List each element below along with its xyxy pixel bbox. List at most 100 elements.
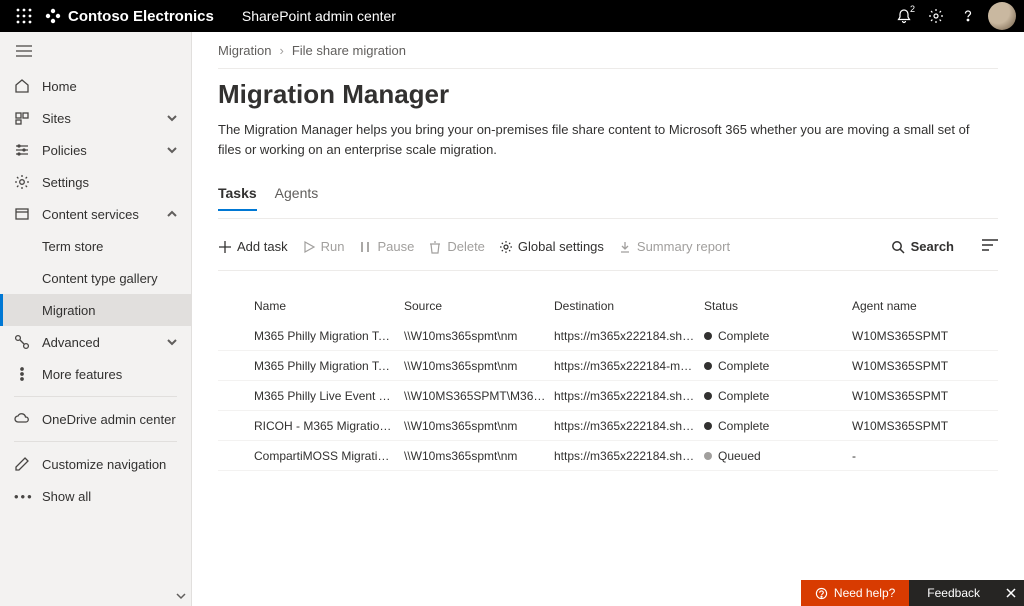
help-button[interactable] xyxy=(952,0,984,32)
summary-report-button: Summary report xyxy=(618,239,730,254)
toolbar-label: Pause xyxy=(377,239,414,254)
sites-icon xyxy=(14,110,30,126)
status-dot-icon xyxy=(704,392,712,400)
feedback-button[interactable]: Feedback xyxy=(909,580,998,606)
cell-status: Queued xyxy=(704,449,852,463)
tab-tasks[interactable]: Tasks xyxy=(218,179,257,211)
column-destination[interactable]: Destination xyxy=(554,299,704,313)
app-title: SharePoint admin center xyxy=(242,8,396,24)
cell-status: Complete xyxy=(704,419,852,433)
toolbar-label: Run xyxy=(321,239,345,254)
page-description: The Migration Manager helps you bring yo… xyxy=(218,120,978,159)
tasks-table: Name Source Destination Status Agent nam… xyxy=(218,291,998,471)
sidebar-item-more-features[interactable]: More features xyxy=(0,358,191,390)
sidebar-scroll-indicator[interactable] xyxy=(176,589,186,604)
sidebar-item-policies[interactable]: Policies xyxy=(0,134,191,166)
table-row[interactable]: CompartiMOSS Migration Task \\W10ms365sp… xyxy=(218,441,998,471)
column-status[interactable]: Status xyxy=(704,299,852,313)
cell-status: Complete xyxy=(704,329,852,343)
cell-agent: W10MS365SPMT xyxy=(852,419,998,433)
brand-name: Contoso Electronics xyxy=(68,8,214,25)
breadcrumb: Migration › File share migration xyxy=(218,32,998,68)
hamburger-icon xyxy=(16,45,32,57)
settings-button[interactable] xyxy=(920,0,952,32)
divider xyxy=(14,441,177,442)
question-icon xyxy=(960,8,976,24)
search-button[interactable]: Search xyxy=(891,239,954,254)
notifications-badge: 2 xyxy=(910,4,915,14)
content-icon xyxy=(14,206,30,222)
collapse-nav-button[interactable] xyxy=(0,32,191,70)
cell-destination: https://m365x222184.sharepoint.co... xyxy=(554,419,704,433)
need-help-button[interactable]: Need help? xyxy=(801,580,909,606)
ellipsis-icon: ••• xyxy=(14,489,30,504)
gear-icon xyxy=(928,8,944,24)
breadcrumb-current: File share migration xyxy=(292,43,406,58)
tab-agents[interactable]: Agents xyxy=(275,179,319,211)
toolbar-label: Global settings xyxy=(518,239,604,254)
pause-button: Pause xyxy=(358,239,414,254)
sidebar-item-onedrive-admin[interactable]: OneDrive admin center xyxy=(0,403,191,435)
feedback-label: Feedback xyxy=(927,586,980,600)
app-launcher-button[interactable] xyxy=(8,0,40,32)
cell-source: \\W10ms365spmt\nm xyxy=(404,359,554,373)
chevron-up-icon xyxy=(167,207,177,222)
table-header: Name Source Destination Status Agent nam… xyxy=(218,291,998,321)
status-dot-icon xyxy=(704,422,712,430)
notifications-button[interactable]: 2 xyxy=(888,0,920,32)
page-title: Migration Manager xyxy=(218,79,998,110)
toolbar-label: Delete xyxy=(447,239,485,254)
add-task-button[interactable]: Add task xyxy=(218,239,288,254)
toolbar-label: Summary report xyxy=(637,239,730,254)
sidebar-item-customize-nav[interactable]: Customize navigation xyxy=(0,448,191,480)
close-icon xyxy=(1006,588,1016,598)
sidebar-item-settings[interactable]: Settings xyxy=(0,166,191,198)
sidebar-item-advanced[interactable]: Advanced xyxy=(0,326,191,358)
sidebar-item-home[interactable]: Home xyxy=(0,70,191,102)
toolbar: Add task Run Pause Delete Global setting… xyxy=(218,239,998,271)
run-button: Run xyxy=(302,239,345,254)
column-name[interactable]: Name xyxy=(254,299,404,313)
cell-source: \\W10ms365spmt\nm xyxy=(404,329,554,343)
user-avatar[interactable] xyxy=(988,2,1016,30)
sidebar-item-content-type-gallery[interactable]: Content type gallery xyxy=(0,262,191,294)
sidebar-item-sites[interactable]: Sites xyxy=(0,102,191,134)
cell-name: CompartiMOSS Migration Task xyxy=(254,449,404,463)
help-bar: Need help? Feedback xyxy=(801,580,1024,606)
sidebar-item-label: Migration xyxy=(42,303,95,318)
table-row[interactable]: M365 Philly Migration Task #1 \\W10ms365… xyxy=(218,321,998,351)
status-dot-icon xyxy=(704,362,712,370)
sidebar-item-label: Advanced xyxy=(42,335,100,350)
cell-name: M365 Philly Live Event Task xyxy=(254,389,404,403)
table-row[interactable]: RICOH - M365 Migration Demo \\W10ms365sp… xyxy=(218,411,998,441)
view-options-button[interactable] xyxy=(982,239,998,254)
close-help-button[interactable] xyxy=(998,580,1024,606)
toolbar-label: Add task xyxy=(237,239,288,254)
tabs: Tasks Agents xyxy=(218,179,998,212)
cell-source: \\W10ms365spmt\nm xyxy=(404,449,554,463)
search-icon xyxy=(891,240,905,254)
cell-destination: https://m365x222184.sharepoint.co... xyxy=(554,329,704,343)
cell-destination: https://m365x222184.sharepoint.co... xyxy=(554,449,704,463)
sidebar-item-content-services[interactable]: Content services xyxy=(0,198,191,230)
sidebar-item-show-all[interactable]: ••• Show all xyxy=(0,480,191,512)
download-icon xyxy=(618,240,632,254)
policies-icon xyxy=(14,142,30,158)
table-row[interactable]: M365 Philly Migration Task#2 \\W10ms365s… xyxy=(218,351,998,381)
table-row[interactable]: M365 Philly Live Event Task \\W10MS365SP… xyxy=(218,381,998,411)
sidebar-item-term-store[interactable]: Term store xyxy=(0,230,191,262)
sidebar: Home Sites Policies Settings Content ser… xyxy=(0,32,192,606)
breadcrumb-link[interactable]: Migration xyxy=(218,43,271,58)
cell-source: \\W10ms365spmt\nm xyxy=(404,419,554,433)
global-settings-button[interactable]: Global settings xyxy=(499,239,604,254)
column-agent[interactable]: Agent name xyxy=(852,299,998,313)
brand-logo-icon xyxy=(44,7,62,25)
home-icon xyxy=(14,78,30,94)
delete-button: Delete xyxy=(428,239,485,254)
sidebar-item-label: OneDrive admin center xyxy=(42,412,176,427)
divider xyxy=(14,396,177,397)
column-source[interactable]: Source xyxy=(404,299,554,313)
cell-name: M365 Philly Migration Task#2 xyxy=(254,359,404,373)
cell-name: RICOH - M365 Migration Demo xyxy=(254,419,404,433)
sidebar-item-migration[interactable]: Migration xyxy=(0,294,191,326)
